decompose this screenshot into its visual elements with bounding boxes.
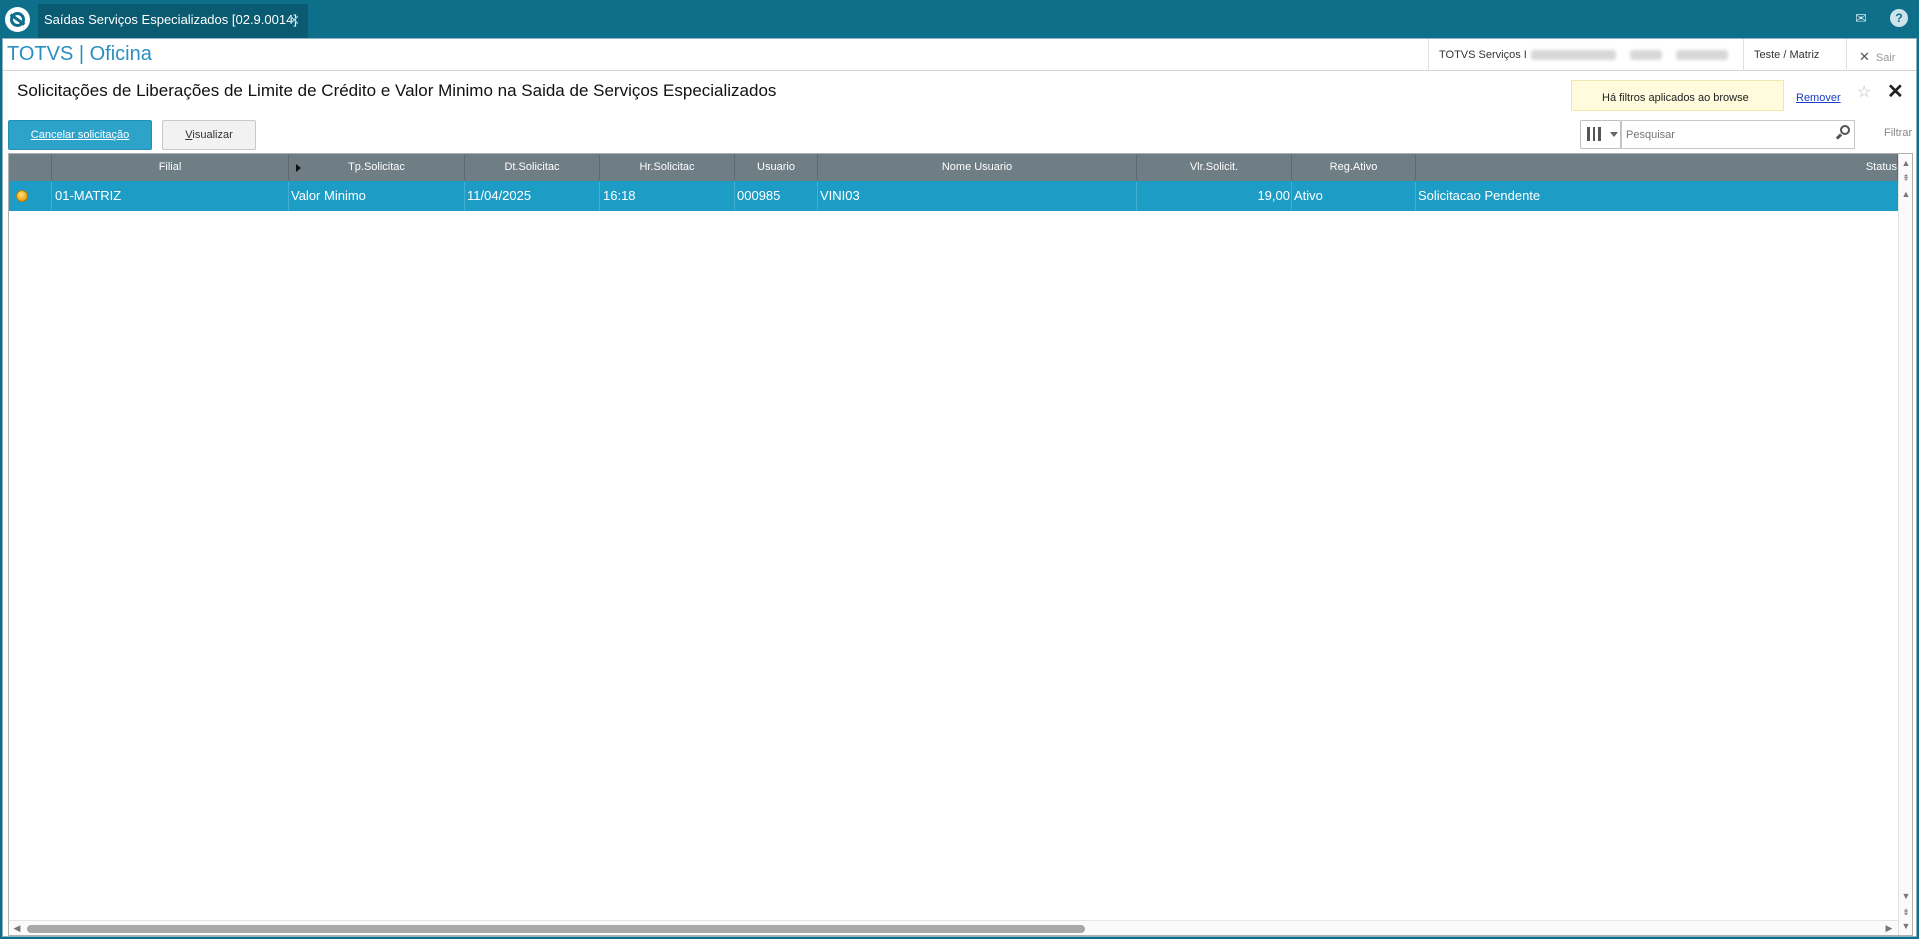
- sort-arrow-icon: [296, 164, 301, 172]
- cell-hr-solicitac: 16:18: [600, 181, 735, 211]
- mail-icon[interactable]: ✉: [1852, 9, 1870, 27]
- search-icon[interactable]: [1835, 124, 1851, 142]
- exit-button[interactable]: ✕ Sair: [1846, 39, 1916, 71]
- status-cell: [9, 181, 52, 211]
- cancel-request-button[interactable]: Cancelar solicitação: [8, 120, 152, 150]
- branch-label: Teste / Matriz: [1754, 49, 1820, 61]
- col-header-tp-solicitac[interactable]: Tp.Solicitac: [289, 154, 465, 181]
- scroll-top-icon[interactable]: ⇞: [1900, 172, 1912, 184]
- cell-vlr-solicit: 19,00: [1137, 181, 1292, 211]
- col-header-nome-usuario[interactable]: Nome Usuario: [818, 154, 1137, 181]
- scroll-up-small-icon[interactable]: ▲: [1900, 188, 1912, 200]
- cell-dt-solicitac: 11/04/2025: [465, 181, 600, 211]
- cell-reg-ativo: Ativo: [1292, 181, 1416, 211]
- vertical-scrollbar[interactable]: ▲ ⇞ ▲ ▼ ⇟ ▼: [1898, 154, 1912, 935]
- data-grid: Filial Tp.Solicitac Dt.Solicitac Hr.Soli…: [8, 153, 1913, 936]
- col-header-status[interactable]: [9, 154, 52, 181]
- col-header-reg-ativo[interactable]: Reg.Ativo: [1292, 154, 1416, 181]
- col-header-status-text[interactable]: Status: [1416, 154, 1898, 181]
- col-header-hr-solicitac[interactable]: Hr.Solicitac: [600, 154, 735, 181]
- close-icon[interactable]: ✕: [1887, 79, 1904, 104]
- tab-close-icon[interactable]: ✕: [288, 12, 300, 29]
- view-button[interactable]: Visualizar: [162, 120, 256, 150]
- scroll-down-small-icon[interactable]: ▼: [1900, 890, 1912, 902]
- filter-notice: Há filtros aplicados ao browse Remover: [1571, 80, 1841, 111]
- cell-filial: 01-MATRIZ: [52, 181, 289, 211]
- app-bar: TOTVS | Oficina TOTVS Serviços I Teste /…: [3, 39, 1916, 71]
- branch-selector[interactable]: Teste / Matriz: [1743, 39, 1846, 71]
- search-input[interactable]: [1621, 120, 1855, 149]
- col-header-dt-solicitac[interactable]: Dt.Solicitac: [465, 154, 600, 181]
- brand-title: TOTVS | Oficina: [7, 43, 152, 65]
- column-picker[interactable]: [1580, 120, 1621, 149]
- tab-saidas-servicos[interactable]: Saídas Serviços Especializados [02.9.001…: [38, 4, 308, 38]
- company-name: TOTVS Serviços I: [1439, 49, 1527, 61]
- scroll-left-icon[interactable]: ◀: [11, 922, 23, 934]
- scroll-bottom-icon[interactable]: ⇟: [1900, 906, 1912, 918]
- columns-icon: [1587, 127, 1601, 141]
- cell-status: Solicitacao Pendente: [1418, 188, 1541, 203]
- help-icon[interactable]: ?: [1890, 9, 1908, 27]
- col-header-vlr-solicit[interactable]: Vlr.Solicit.: [1137, 154, 1292, 181]
- scroll-up-icon[interactable]: ▲: [1900, 157, 1912, 169]
- grid-header: Filial Tp.Solicitac Dt.Solicitac Hr.Soli…: [9, 154, 1912, 181]
- cell-tp-solicitac: Valor Minimo: [289, 181, 465, 211]
- favorite-star-icon[interactable]: ☆: [1857, 82, 1871, 102]
- col-header-filial[interactable]: Filial: [52, 154, 289, 181]
- exit-icon: ✕: [1859, 49, 1870, 64]
- exit-label: Sair: [1875, 52, 1896, 64]
- page-title: Solicitações de Liberações de Limite de …: [17, 81, 777, 100]
- table-row[interactable]: 01-MATRIZ Valor Minimo 11/04/2025 16:18 …: [9, 181, 1898, 211]
- scroll-down-icon[interactable]: ▼: [1900, 920, 1912, 932]
- status-dot-icon: [16, 190, 28, 202]
- filter-notice-text: Há filtros aplicados ao browse: [1602, 92, 1749, 104]
- cell-usuario: 000985: [735, 181, 818, 211]
- col-header-usuario[interactable]: Usuario: [735, 154, 818, 181]
- remove-filter-link[interactable]: Remover: [1796, 92, 1841, 104]
- horizontal-scroll-thumb[interactable]: [27, 925, 1085, 933]
- tab-label: Saídas Serviços Especializados [02.9.001…: [44, 12, 297, 27]
- horizontal-scrollbar[interactable]: ◀ ▶: [9, 920, 1898, 935]
- totvs-logo-icon[interactable]: [5, 7, 30, 32]
- top-bar: Saídas Serviços Especializados [02.9.001…: [0, 0, 1919, 38]
- filter-button[interactable]: Filtrar: [1884, 127, 1912, 139]
- chevron-down-icon: [1610, 132, 1618, 137]
- scroll-right-icon[interactable]: ▶: [1883, 922, 1895, 934]
- cell-nome-usuario: VINI03: [818, 181, 1137, 211]
- company-info: TOTVS Serviços I: [1428, 39, 1738, 71]
- main-window: TOTVS | Oficina TOTVS Serviços I Teste /…: [2, 38, 1917, 937]
